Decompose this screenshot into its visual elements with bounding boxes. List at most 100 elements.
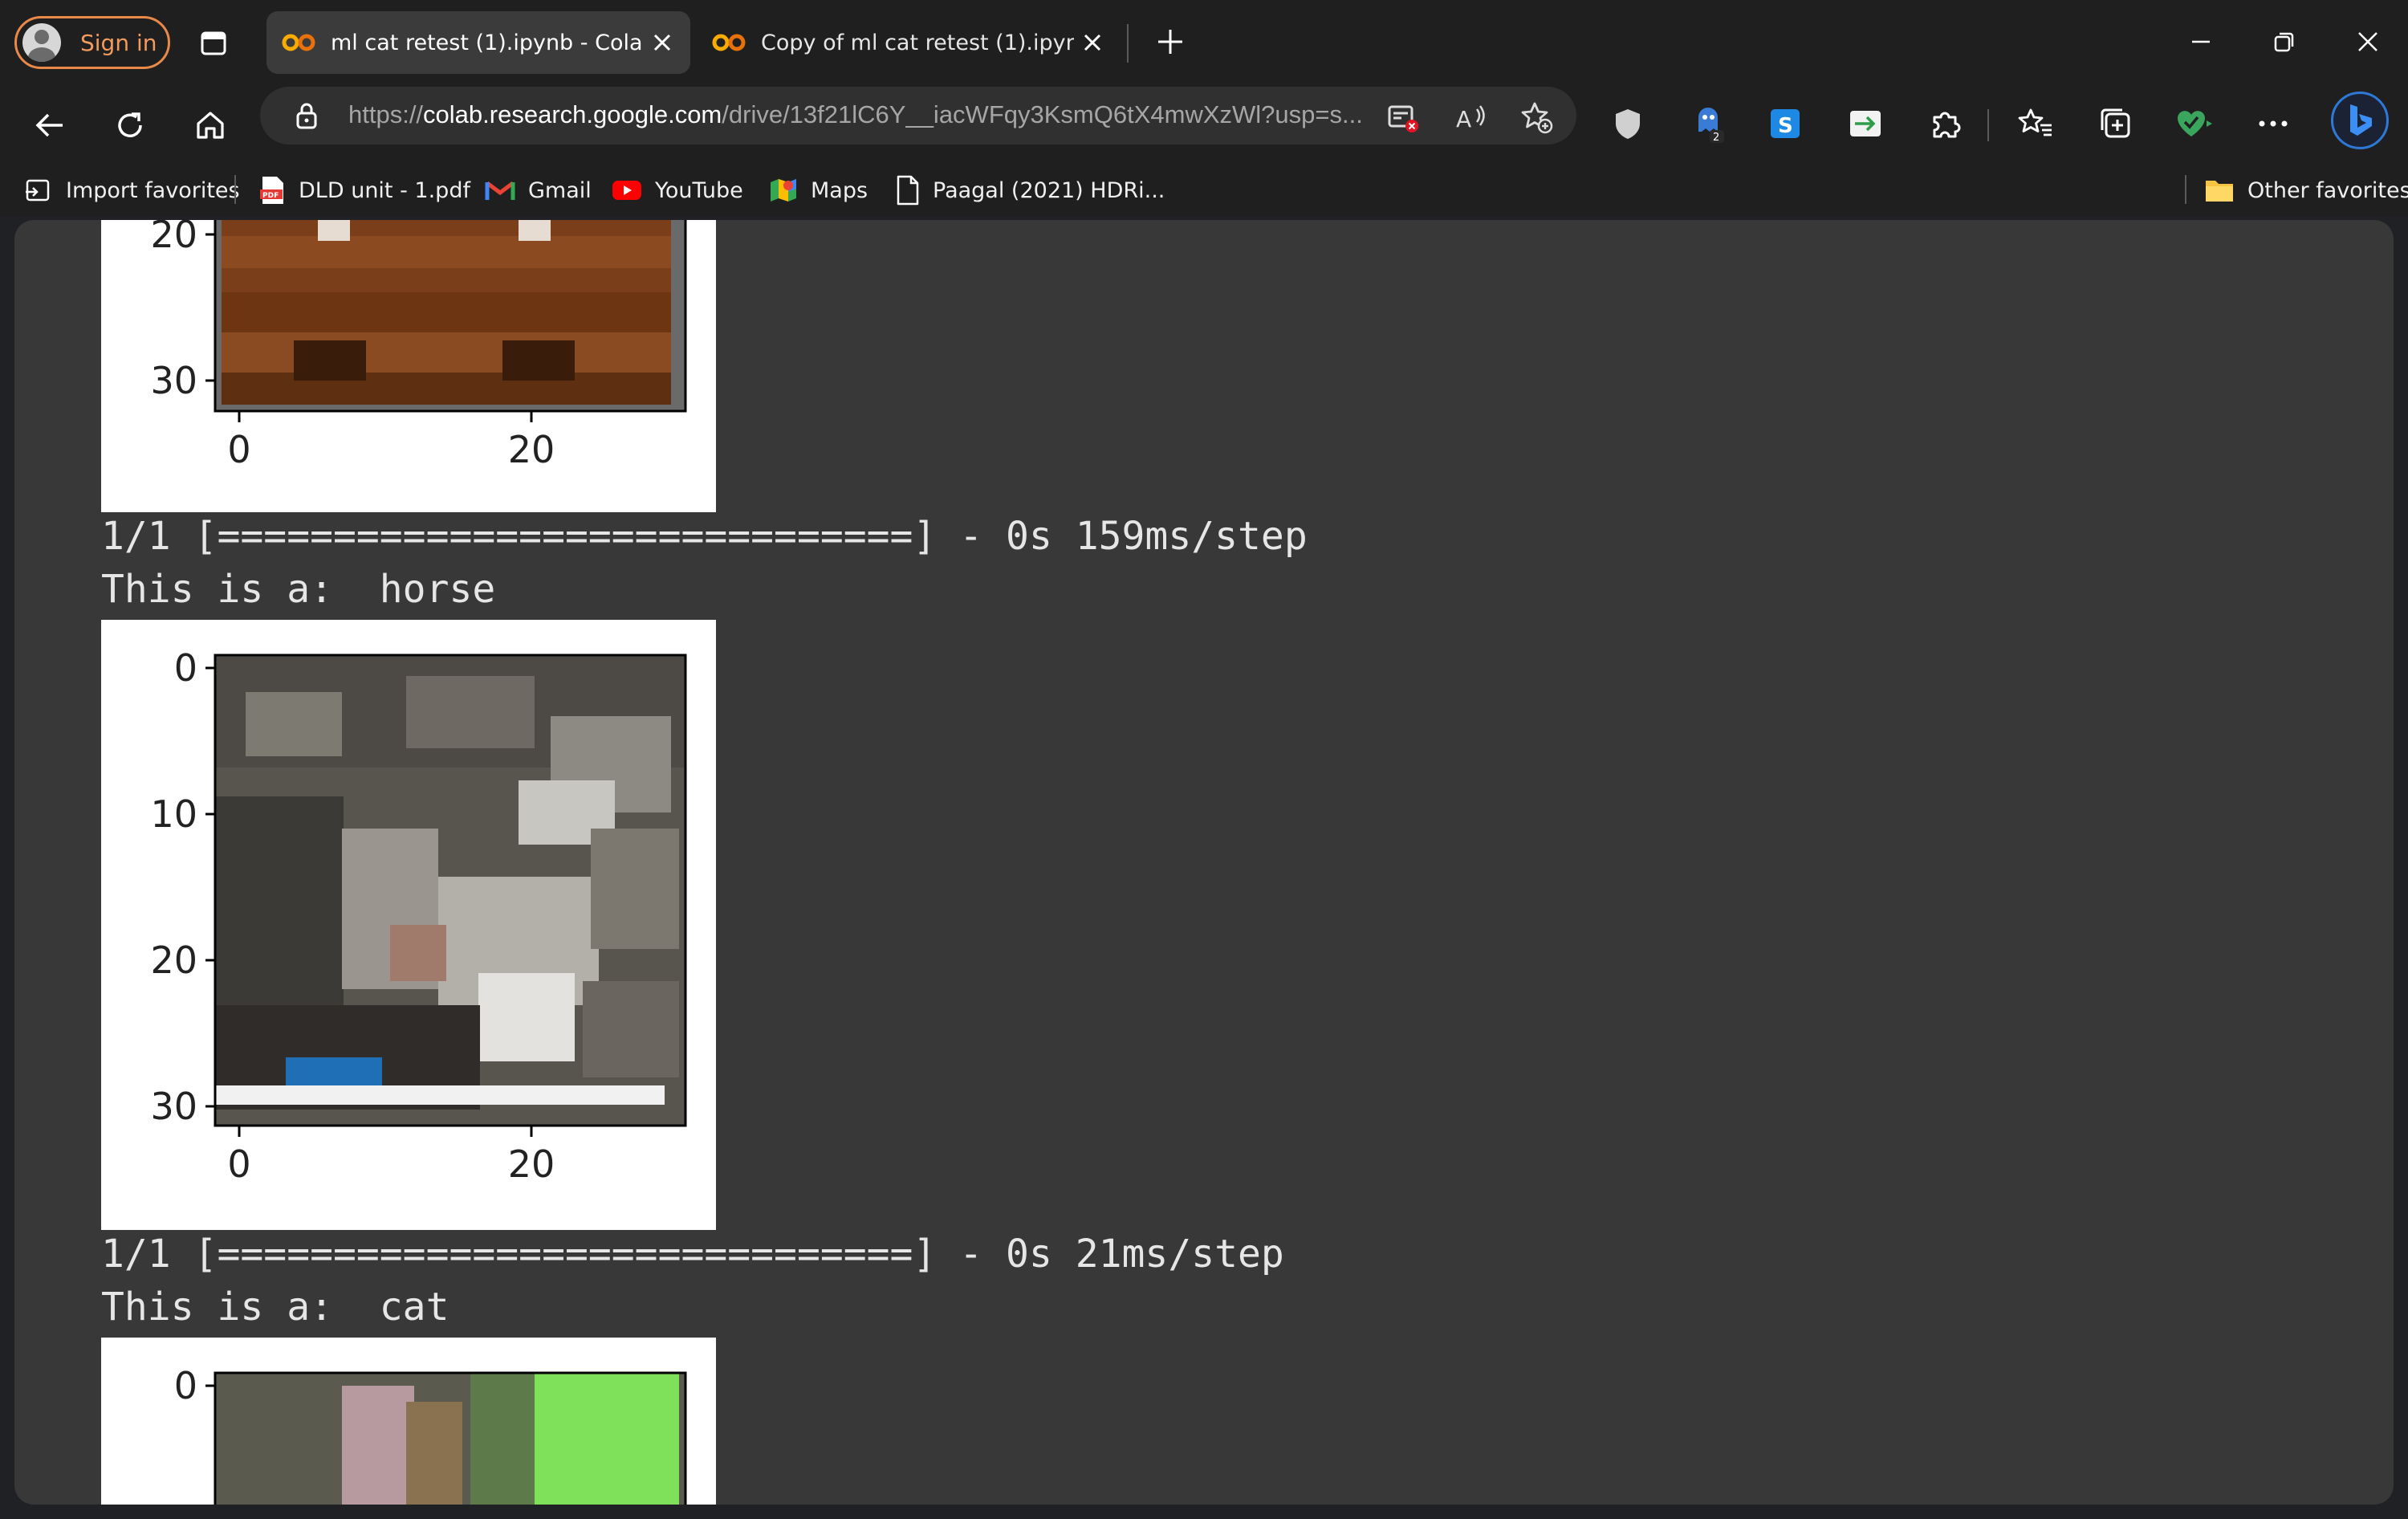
read-aloud-icon[interactable]: A bbox=[1451, 98, 1490, 136]
x-tick-label: 0 bbox=[227, 428, 250, 471]
avatar bbox=[22, 23, 61, 62]
refresh-icon bbox=[118, 112, 142, 137]
home-button[interactable] bbox=[186, 101, 234, 149]
green-arrow-extension-icon[interactable] bbox=[1843, 101, 1888, 146]
new-tab-button[interactable] bbox=[1148, 19, 1193, 64]
url-host: colab.research.google.com bbox=[423, 100, 722, 128]
y-tick-label: 0 bbox=[174, 646, 197, 690]
minimize-icon bbox=[2192, 40, 2210, 43]
x-tick-label: 20 bbox=[508, 428, 555, 471]
image-band bbox=[222, 373, 671, 405]
favorites-icon[interactable] bbox=[2013, 101, 2058, 146]
image-shadow bbox=[294, 340, 366, 381]
prediction-text: This is a: horse bbox=[101, 567, 496, 612]
collections-icon[interactable] bbox=[2093, 101, 2138, 146]
y-tick-label: 30 bbox=[150, 359, 197, 402]
favorite-dld-unit-pdf[interactable]: PDF DLD unit - 1.pdf bbox=[258, 172, 470, 209]
address-bar[interactable]: https://colab.research.google.com/drive/… bbox=[260, 87, 1576, 145]
favorite-gmail[interactable]: Gmail bbox=[485, 172, 592, 209]
favorite-label: Paagal (2021) HDRi... bbox=[933, 177, 1165, 203]
close-icon bbox=[2358, 32, 2377, 51]
favorite-label: Other favorites bbox=[2247, 177, 2408, 203]
tab-copy-of-ml-cat-retest[interactable]: Copy of ml cat retest (1).ipynb - C bbox=[697, 11, 1121, 74]
favorite-youtube[interactable]: YouTube bbox=[612, 172, 743, 209]
y-tick-label: 20 bbox=[150, 939, 197, 982]
bing-copilot-button[interactable] bbox=[2331, 92, 2389, 149]
svg-text:A: A bbox=[1456, 106, 1471, 132]
favorites-divider bbox=[2185, 175, 2186, 204]
prediction-plot-horse: 20 30 0 20 bbox=[101, 220, 716, 512]
close-icon[interactable] bbox=[652, 32, 673, 53]
favorites-divider bbox=[234, 175, 236, 204]
folder-icon bbox=[2204, 177, 2235, 203]
tab-title: ml cat retest (1).ipynb - Colabor bbox=[331, 30, 644, 55]
prediction-plot-next: 0 bbox=[101, 1338, 716, 1505]
favorite-label: Maps bbox=[811, 177, 868, 203]
colab-logo-icon bbox=[712, 34, 746, 51]
y-tick-label: 20 bbox=[150, 220, 197, 256]
image-band bbox=[222, 332, 671, 373]
tab-actions-icon[interactable] bbox=[191, 21, 236, 66]
tab-title: Copy of ml cat retest (1).ipynb - C bbox=[761, 30, 1074, 55]
colab-logo-icon bbox=[282, 34, 315, 51]
image-band bbox=[222, 236, 671, 268]
url-path: /drive/13f21lC6Y__iacWFqy3KsmQ6tX4mwXzWl… bbox=[722, 100, 1363, 128]
bing-icon bbox=[2350, 104, 2372, 136]
favorite-import-favorites[interactable]: Import favorites bbox=[24, 172, 240, 209]
close-icon[interactable] bbox=[1082, 32, 1103, 53]
sign-in-label: Sign in bbox=[80, 29, 157, 56]
image-band bbox=[222, 292, 671, 332]
performance-heart-icon[interactable] bbox=[2172, 101, 2217, 146]
refresh-button[interactable] bbox=[106, 101, 154, 149]
next-thumbnail bbox=[215, 1373, 685, 1505]
progress-line: 1/1 [==============================] - 0… bbox=[101, 514, 1308, 559]
s-extension-icon[interactable]: S bbox=[1763, 101, 1808, 146]
favorite-maps[interactable]: Maps bbox=[769, 172, 868, 209]
x-tick-label: 0 bbox=[227, 1142, 250, 1186]
cat-thumbnail bbox=[215, 655, 685, 1126]
notebook-output-area[interactable]: 20 30 0 20 1/1 [========================… bbox=[14, 220, 2394, 1505]
more-options-icon[interactable] bbox=[2251, 101, 2296, 146]
shield-icon[interactable] bbox=[1605, 101, 1650, 146]
favorite-paagal[interactable]: Paagal (2021) HDRi... bbox=[896, 172, 1165, 209]
minimize-button[interactable] bbox=[2178, 19, 2223, 64]
ghost-extension-icon[interactable]: 2 bbox=[1686, 101, 1731, 146]
window-close-button[interactable] bbox=[2345, 19, 2390, 64]
app-blocked-icon[interactable] bbox=[1384, 98, 1422, 136]
y-tick-label: 0 bbox=[174, 1364, 197, 1407]
maps-icon bbox=[769, 176, 798, 205]
favorite-label: DLD unit - 1.pdf bbox=[299, 177, 470, 203]
svg-text:S: S bbox=[1778, 114, 1793, 138]
favorite-label: YouTube bbox=[655, 177, 743, 203]
extensions-puzzle-icon[interactable] bbox=[1923, 101, 1968, 146]
tab-divider bbox=[1127, 24, 1129, 63]
url-protocol: https:// bbox=[348, 100, 424, 128]
back-button[interactable] bbox=[26, 101, 74, 149]
add-favorite-star-icon[interactable] bbox=[1517, 98, 1556, 136]
favorite-label: Gmail bbox=[528, 177, 592, 203]
y-tick-label: 30 bbox=[150, 1085, 197, 1128]
y-tick-label: 10 bbox=[150, 792, 197, 836]
navigation-toolbar: https://colab.research.google.com/drive/… bbox=[0, 83, 2408, 164]
image-shadow bbox=[502, 340, 575, 381]
image-highlight bbox=[318, 220, 350, 241]
import-icon bbox=[24, 176, 53, 205]
tab-strip: Sign in ml cat retest (1).ipynb - Colabo… bbox=[0, 0, 2408, 83]
image-highlight bbox=[519, 220, 551, 241]
tab-ml-cat-retest[interactable]: ml cat retest (1).ipynb - Colabor bbox=[266, 11, 690, 74]
back-arrow-icon bbox=[35, 113, 63, 137]
prediction-text: This is a: cat bbox=[101, 1285, 449, 1330]
profile-sign-in-button[interactable]: Sign in bbox=[14, 16, 170, 69]
favorites-bar: Import favorites PDF DLD unit - 1.pdf Gm… bbox=[0, 164, 2408, 217]
youtube-icon bbox=[612, 179, 642, 202]
svg-text:PDF: PDF bbox=[262, 192, 279, 200]
url-text[interactable]: https://colab.research.google.com/drive/… bbox=[348, 100, 1363, 129]
restore-button[interactable] bbox=[2262, 19, 2307, 64]
x-tick-label: 20 bbox=[508, 1142, 555, 1186]
prediction-plot-cat: 0 10 20 30 0 20 bbox=[101, 620, 716, 1230]
pdf-icon: PDF bbox=[258, 175, 286, 206]
other-favorites-folder[interactable]: Other favorites bbox=[2204, 172, 2408, 209]
progress-line: 1/1 [==============================] - 0… bbox=[101, 1232, 1284, 1277]
home-icon bbox=[197, 112, 224, 139]
lock-icon[interactable] bbox=[289, 98, 324, 133]
